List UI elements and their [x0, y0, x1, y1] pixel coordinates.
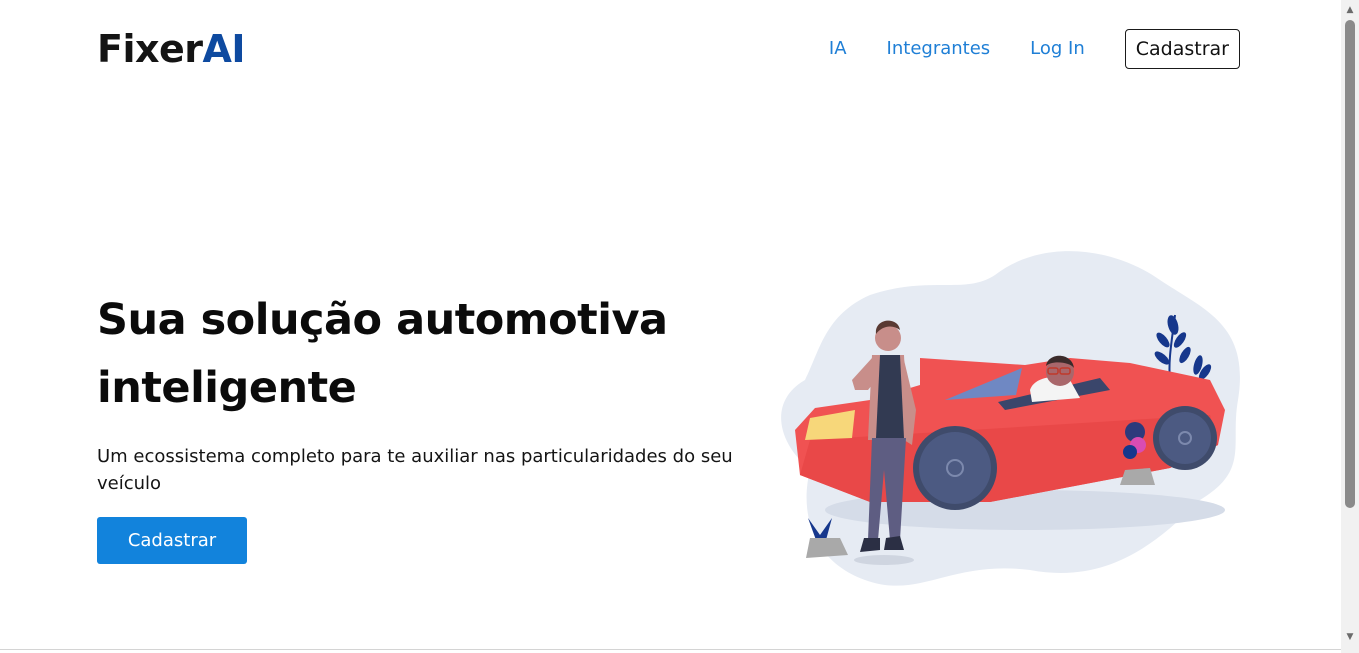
- hero-signup-button[interactable]: Cadastrar: [97, 517, 247, 564]
- hero-subtitle: Um ecossistema completo para te auxiliar…: [97, 446, 733, 494]
- nav-signup-button[interactable]: Cadastrar: [1124, 29, 1240, 69]
- scroll-down-arrow-icon[interactable]: ▼: [1341, 629, 1359, 645]
- vertical-scrollbar[interactable]: ▲ ▼: [1341, 0, 1359, 653]
- logo-main-text: Fixer: [97, 27, 203, 71]
- car-illustration: [781, 251, 1240, 586]
- nav-link-ia[interactable]: IA: [829, 29, 847, 69]
- scroll-thumb[interactable]: [1345, 20, 1355, 508]
- scroll-up-arrow-icon[interactable]: ▲: [1341, 2, 1359, 18]
- logo-accent-text: AI: [202, 27, 246, 71]
- nav-link-integrantes[interactable]: Integrantes: [887, 29, 991, 69]
- page: FixerAI IA Integrantes Log In Cadastrar …: [0, 0, 1341, 653]
- bottom-edge: [0, 649, 1341, 650]
- top-nav: IA Integrantes Log In Cadastrar: [829, 29, 1240, 69]
- hero-title: Sua solução automotiva inteligente: [97, 295, 668, 413]
- logo[interactable]: FixerAI: [97, 24, 246, 74]
- nav-link-login[interactable]: Log In: [1030, 29, 1085, 69]
